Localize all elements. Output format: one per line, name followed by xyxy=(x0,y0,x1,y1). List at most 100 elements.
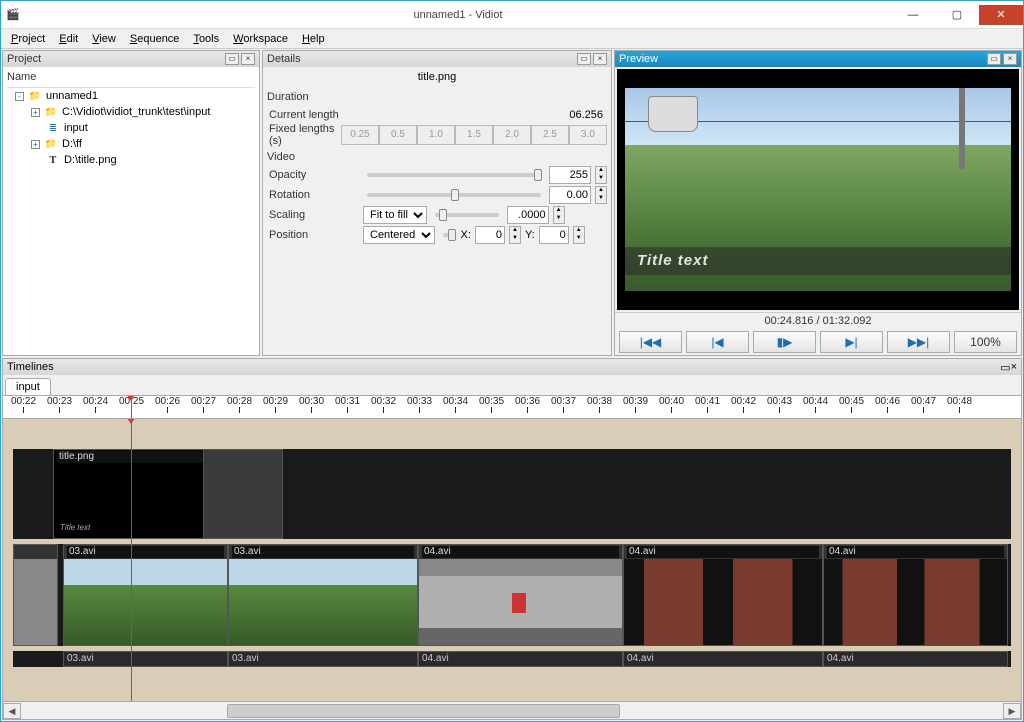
timeline-tab[interactable]: input xyxy=(5,378,51,396)
tree-item[interactable]: +📁D:\ff xyxy=(7,136,255,152)
opacity-slider[interactable] xyxy=(367,173,541,177)
duration-section: Duration xyxy=(267,89,607,105)
audio-clip[interactable]: 03.avi xyxy=(63,651,228,667)
step-back-button[interactable]: |◀ xyxy=(686,331,749,353)
ruler-tick: 00:27 xyxy=(191,396,216,413)
panel-max-icon[interactable]: ▭ xyxy=(225,53,239,65)
menu-workspace[interactable]: Workspace xyxy=(227,31,294,47)
timeline-tracks[interactable]: title.png Title text 03.avi03.avi04.avi0… xyxy=(3,419,1021,701)
tree-column-header[interactable]: Name xyxy=(7,69,255,88)
panel-close-icon[interactable]: × xyxy=(1011,361,1017,373)
tree-item[interactable]: ≣input xyxy=(7,120,255,136)
video-clip[interactable]: 03.avi xyxy=(63,544,228,646)
fixed-length-button[interactable]: 3.0 xyxy=(569,125,607,145)
ruler-tick: 00:43 xyxy=(767,396,792,413)
play-pause-button[interactable]: ▮▶ xyxy=(753,331,816,353)
audio-clip[interactable]: 04.avi xyxy=(623,651,823,667)
details-panel-header[interactable]: Details ▭ × xyxy=(263,51,611,67)
playhead[interactable] xyxy=(131,396,132,418)
menu-view[interactable]: View xyxy=(86,31,122,47)
menu-project[interactable]: Project xyxy=(5,31,51,47)
scaling-value[interactable]: .0000 xyxy=(507,206,549,224)
opacity-spinner[interactable]: ▲▼ xyxy=(595,166,607,184)
position-slider[interactable] xyxy=(443,233,453,237)
panel-close-icon[interactable]: × xyxy=(593,53,607,65)
menu-tools[interactable]: Tools xyxy=(187,31,225,47)
pos-x-value[interactable]: 0 xyxy=(475,226,505,244)
zoom-level[interactable]: 100% xyxy=(954,331,1017,353)
pos-y-value[interactable]: 0 xyxy=(539,226,569,244)
scaling-mode-select[interactable]: Fit to fill xyxy=(363,206,427,224)
clip-overlay-text: Title text xyxy=(60,523,90,532)
position-mode-select[interactable]: Centered xyxy=(363,226,435,244)
audio-clip[interactable]: 03.avi xyxy=(228,651,418,667)
timeline-scrollbar[interactable]: ◀ ▶ xyxy=(3,701,1021,719)
menu-sequence[interactable]: Sequence xyxy=(124,31,186,47)
video-track[interactable]: 03.avi03.avi04.avi04.avi04.avi xyxy=(13,544,1011,646)
preview-panel-header[interactable]: Preview ▭ × xyxy=(615,51,1021,67)
timeline-ruler[interactable]: 00:2200:2300:2400:2500:2600:2700:2800:29… xyxy=(3,395,1021,419)
pos-x-spinner[interactable]: ▲▼ xyxy=(509,226,521,244)
panel-close-icon[interactable]: × xyxy=(1003,53,1017,65)
audio-clip[interactable]: 04.avi xyxy=(418,651,623,667)
tree-item[interactable]: -📁unnamed1 xyxy=(7,88,255,104)
clip-label: 04.avi xyxy=(827,546,1004,558)
project-tree[interactable]: Name -📁unnamed1+📁C:\Vidiot\vidiot_trunk\… xyxy=(3,67,259,355)
tree-expander-icon[interactable]: - xyxy=(15,92,24,101)
panel-max-icon[interactable]: ▭ xyxy=(987,53,1001,65)
scroll-right-icon[interactable]: ▶ xyxy=(1003,703,1021,719)
opacity-value[interactable]: 255 xyxy=(549,166,591,184)
menu-edit[interactable]: Edit xyxy=(53,31,84,47)
title-clip-fade[interactable] xyxy=(203,449,283,539)
close-button[interactable]: ✕ xyxy=(979,5,1023,25)
preview-viewport[interactable]: Title text xyxy=(617,69,1019,310)
tree-expander-icon[interactable]: + xyxy=(31,140,40,149)
video-clip[interactable]: 04.avi xyxy=(623,544,823,646)
rotation-value[interactable]: 0.00 xyxy=(549,186,591,204)
video-clip[interactable]: 04.avi xyxy=(418,544,623,646)
ruler-tick: 00:31 xyxy=(335,396,360,413)
pos-y-label: Y: xyxy=(525,229,535,241)
project-panel: Project ▭ × Name -📁unnamed1+📁C:\Vidiot\v… xyxy=(2,50,260,356)
scaling-slider[interactable] xyxy=(435,213,499,217)
panel-close-icon[interactable]: × xyxy=(241,53,255,65)
pos-y-spinner[interactable]: ▲▼ xyxy=(573,226,585,244)
fixed-length-button[interactable]: 0.5 xyxy=(379,125,417,145)
panel-max-icon[interactable]: ▭ xyxy=(1000,361,1010,374)
title-track[interactable]: title.png Title text xyxy=(13,449,1011,539)
tree-item[interactable]: +📁C:\Vidiot\vidiot_trunk\test\input xyxy=(7,104,255,120)
ruler-tick: 00:38 xyxy=(587,396,612,413)
scroll-left-icon[interactable]: ◀ xyxy=(3,703,21,719)
go-end-button[interactable]: ▶▶| xyxy=(887,331,950,353)
fixed-length-button[interactable]: 2.0 xyxy=(493,125,531,145)
minimize-button[interactable]: — xyxy=(891,5,935,25)
video-clip[interactable] xyxy=(13,544,58,646)
video-clip[interactable]: 03.avi xyxy=(228,544,418,646)
rotation-spinner[interactable]: ▲▼ xyxy=(595,186,607,204)
preview-timecode: 00:24.816 / 01:32.092 xyxy=(615,312,1021,329)
audio-clip[interactable]: 04.avi xyxy=(823,651,1008,667)
rotation-slider[interactable] xyxy=(367,193,541,197)
scaling-label: Scaling xyxy=(267,209,359,221)
ruler-tick: 00:29 xyxy=(263,396,288,413)
window-title: unnamed1 - Vidiot xyxy=(25,9,891,21)
fixed-length-button[interactable]: 1.5 xyxy=(455,125,493,145)
tree-expander-icon[interactable]: + xyxy=(31,108,40,117)
panel-max-icon[interactable]: ▭ xyxy=(577,53,591,65)
playhead[interactable] xyxy=(131,419,132,701)
details-panel: Details ▭ × title.png Duration Current l… xyxy=(262,50,612,356)
timelines-panel-header[interactable]: Timelines ▭ × xyxy=(3,359,1021,375)
scaling-spinner[interactable]: ▲▼ xyxy=(553,206,565,224)
fixed-length-button[interactable]: 0.25 xyxy=(341,125,379,145)
maximize-button[interactable]: ▢ xyxy=(935,5,979,25)
project-panel-header[interactable]: Project ▭ × xyxy=(3,51,259,67)
step-forward-button[interactable]: ▶| xyxy=(820,331,883,353)
window-titlebar: 🎬 unnamed1 - Vidiot — ▢ ✕ xyxy=(1,1,1023,29)
fixed-length-button[interactable]: 2.5 xyxy=(531,125,569,145)
audio-track[interactable]: 03.avi03.avi04.avi04.avi04.avi xyxy=(13,651,1011,667)
fixed-length-button[interactable]: 1.0 xyxy=(417,125,455,145)
go-start-button[interactable]: |◀◀ xyxy=(619,331,682,353)
menu-help[interactable]: Help xyxy=(296,31,331,47)
video-clip[interactable]: 04.avi xyxy=(823,544,1008,646)
tree-item[interactable]: TD:\title.png xyxy=(7,152,255,168)
